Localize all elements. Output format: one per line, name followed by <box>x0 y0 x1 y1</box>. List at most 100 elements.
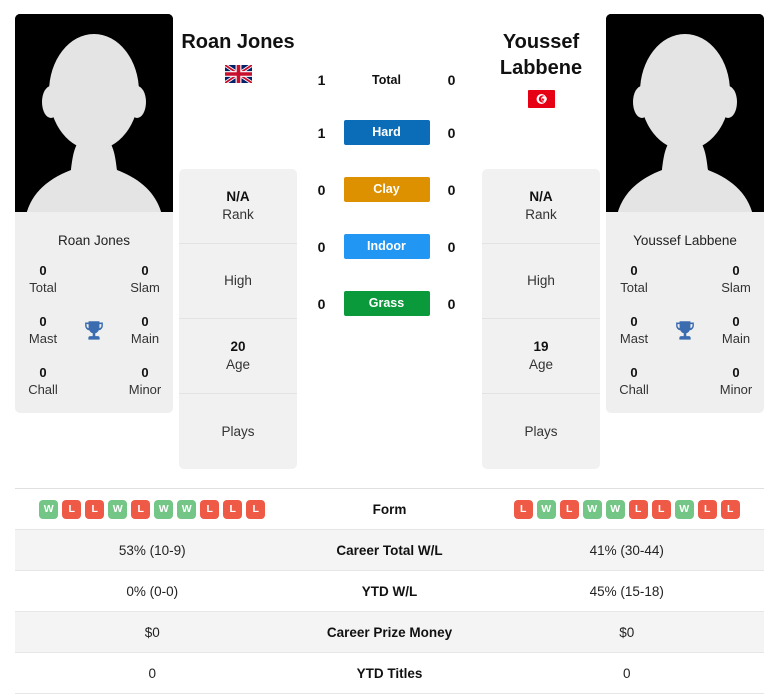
right-titles-chall: 0 Chall <box>606 365 662 399</box>
h2h-surface-label: Total <box>372 73 401 87</box>
label: Chall <box>619 381 649 397</box>
value: 0 <box>141 313 149 329</box>
left-titles-minor: 0 Minor <box>117 365 173 399</box>
form-badge-loss[interactable]: L <box>246 499 266 519</box>
h2h-surface-bar-indoor[interactable]: Indoor <box>343 234 430 259</box>
form-badge-win[interactable]: W <box>108 499 128 519</box>
label: Minor <box>128 381 162 397</box>
value: 0 <box>141 364 149 380</box>
form-badge-loss[interactable]: L <box>651 499 671 519</box>
right-titles-grid: 0 Total 0 Slam 0 Mast 0 Main 0 Chall 0 M… <box>606 263 764 398</box>
tn-flag-icon <box>527 90 555 109</box>
right-player-header: Youssef Labbene <box>482 14 600 169</box>
label: Slam <box>721 280 751 296</box>
h2h-right-score: 0 <box>447 238 456 255</box>
form-badge-loss[interactable]: L <box>62 499 82 519</box>
form-badge-loss[interactable]: L <box>513 499 533 519</box>
left-trophy-cell <box>71 318 117 344</box>
table-row-ytd-titles: 0 YTD Titles 0 <box>15 653 764 694</box>
person-silhouette-icon <box>15 14 173 220</box>
h2h-right-score: 0 <box>447 181 456 198</box>
row-label: Career Total W/L <box>336 542 443 558</box>
left-titles-total: 0 Total <box>15 263 71 297</box>
form-badge-loss[interactable]: L <box>559 499 579 519</box>
form-badge-loss[interactable]: L <box>697 499 717 519</box>
label: Slam <box>130 280 160 296</box>
h2h-row-indoor: 0 Indoor 0 <box>297 234 476 259</box>
left-info-column: Roan Jones N/A Rank High 20 Age Plays <box>179 14 297 469</box>
form-badge-win[interactable]: W <box>605 499 625 519</box>
head-to-head-panel: 1 Total 0 1 Hard 0 0 Clay 0 0 Indoor 0 0 <box>297 14 476 316</box>
form-badge-loss[interactable]: L <box>200 499 220 519</box>
h2h-surface-bar-grass[interactable]: Grass <box>343 291 430 316</box>
right-titles-slam: 0 Slam <box>708 263 764 297</box>
right-age-label: Age <box>528 357 554 372</box>
h2h-surface-bar-clay[interactable]: Clay <box>343 177 430 202</box>
value: 0 <box>630 364 638 380</box>
left-titles-chall: 0 Chall <box>15 365 71 399</box>
right-value: $0 <box>619 624 635 640</box>
value: 0 <box>732 313 740 329</box>
h2h-row-clay: 0 Clay 0 <box>297 177 476 202</box>
form-badge-loss[interactable]: L <box>131 499 151 519</box>
right-form-badges: LWLWWLLWLL <box>490 499 765 519</box>
left-info-card: N/A Rank High 20 Age Plays <box>179 169 297 469</box>
form-badge-loss[interactable]: L <box>628 499 648 519</box>
player-comparison-page: Roan Jones 0 Total 0 Slam 0 Mast 0 Main … <box>0 0 779 699</box>
right-plays-row: Plays <box>482 394 600 469</box>
h2h-left-score: 0 <box>317 238 326 255</box>
h2h-right-score: 0 <box>447 72 456 88</box>
value: 0 <box>732 263 740 279</box>
left-player-card: Roan Jones 0 Total 0 Slam 0 Mast 0 Main … <box>15 14 173 413</box>
h2h-row-grass: 0 Grass 0 <box>297 291 476 316</box>
right-plays-label: Plays <box>524 423 558 439</box>
left-player-photo <box>15 14 173 220</box>
left-rank-row: N/A Rank <box>179 169 297 244</box>
form-badge-win[interactable]: W <box>536 499 556 519</box>
form-badge-win[interactable]: W <box>674 499 694 519</box>
h2h-left-score: 0 <box>317 295 326 312</box>
row-label: YTD W/L <box>361 583 418 599</box>
right-rank-label: Rank <box>525 207 557 222</box>
form-badge-win[interactable]: W <box>39 499 59 519</box>
h2h-right-score: 0 <box>447 295 456 312</box>
h2h-row-total: 1 Total 0 <box>297 72 476 88</box>
left-plays-row: Plays <box>179 394 297 469</box>
form-badge-loss[interactable]: L <box>223 499 243 519</box>
left-titles-main: 0 Main <box>117 314 173 348</box>
label: Total <box>29 280 57 296</box>
right-player-card: Youssef Labbene 0 Total 0 Slam 0 Mast 0 … <box>606 14 764 413</box>
label: Main <box>721 330 751 346</box>
left-age-value: 20 <box>230 339 246 355</box>
value: 0 <box>630 263 638 279</box>
form-badge-win[interactable]: W <box>154 499 174 519</box>
form-badge-loss[interactable]: L <box>720 499 740 519</box>
right-trophy-cell <box>662 318 708 344</box>
row-label: Career Prize Money <box>326 624 453 640</box>
left-form-badges: WLLWLWWLLL <box>15 499 290 519</box>
value: 0 <box>141 263 149 279</box>
right-player-photo <box>606 14 764 220</box>
left-player-header: Roan Jones <box>179 14 297 169</box>
h2h-left-score: 1 <box>317 124 326 141</box>
right-card-player-name: Youssef Labbene <box>633 233 737 248</box>
h2h-row-hard: 1 Hard 0 <box>297 120 476 145</box>
form-badge-win[interactable]: W <box>177 499 197 519</box>
comparison-table: WLLWLWWLLL Form LWLWWLLWLL 53% (10-9) Ca… <box>15 488 764 694</box>
right-info-card: N/A Rank High 19 Age Plays <box>482 169 600 469</box>
right-age-value: 19 <box>533 339 549 355</box>
right-age-row: 19 Age <box>482 319 600 394</box>
value: 0 <box>39 364 47 380</box>
left-age-row: 20 Age <box>179 319 297 394</box>
form-badge-loss[interactable]: L <box>85 499 105 519</box>
right-high-row: High <box>482 244 600 319</box>
left-plays-label: Plays <box>221 423 255 439</box>
h2h-surface-bar-hard[interactable]: Hard <box>343 120 430 145</box>
right-value: 45% (15-18) <box>589 583 664 599</box>
left-value: 0 <box>148 665 156 681</box>
left-titles-mast: 0 Mast <box>15 314 71 348</box>
left-card-player-name: Roan Jones <box>57 233 131 248</box>
right-titles-main: 0 Main <box>708 314 764 348</box>
form-badge-win[interactable]: W <box>582 499 602 519</box>
left-titles-grid: 0 Total 0 Slam 0 Mast 0 Main 0 Chall 0 M… <box>15 263 173 398</box>
